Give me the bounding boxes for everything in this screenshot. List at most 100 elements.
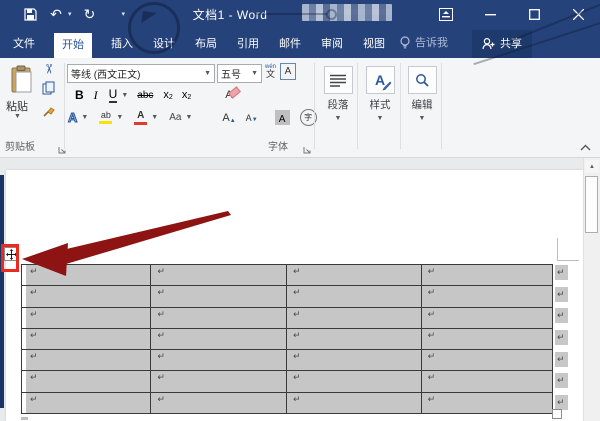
vertical-scrollbar[interactable]: ▲ — [583, 158, 600, 421]
end-of-row-marker: ↵ — [555, 373, 568, 389]
underline-button[interactable]: U — [108, 87, 118, 103]
cut-icon[interactable]: ✂ — [42, 64, 57, 78]
minimize-button[interactable] — [468, 0, 512, 28]
change-case-dropdown-icon[interactable]: ▼ — [185, 114, 192, 121]
table-cell[interactable]: ↵ — [421, 265, 552, 286]
table-cell[interactable]: ↵ — [421, 328, 552, 350]
tab-1-active[interactable]: 开始 — [54, 33, 92, 58]
paste-dropdown-icon[interactable]: ▼ — [14, 113, 21, 120]
table-cell[interactable]: ↵ — [421, 392, 552, 414]
text-effects-dropdown-icon[interactable]: ▼ — [81, 114, 88, 121]
table-cell[interactable]: ↵ — [286, 286, 422, 307]
table-cell[interactable]: ↵ — [151, 328, 287, 350]
scroll-up-icon[interactable]: ▲ — [585, 160, 599, 173]
superscript-button[interactable]: x2 — [182, 89, 191, 101]
strikethrough-button[interactable]: abc — [137, 90, 153, 101]
tab-2[interactable]: 插入 — [110, 31, 134, 58]
table-cell[interactable]: ↵ — [286, 392, 422, 414]
save-icon[interactable] — [22, 6, 38, 22]
tab-6[interactable]: 邮件 — [278, 31, 302, 58]
font-color-button[interactable]: A — [134, 110, 148, 125]
text-highlight-button[interactable]: ab — [99, 111, 113, 124]
copy-icon[interactable] — [42, 81, 56, 100]
change-case-button[interactable]: Aa — [169, 112, 181, 123]
clear-formatting-icon[interactable]: A — [225, 86, 241, 101]
table-cell[interactable]: ↵ — [286, 328, 422, 350]
table-cell[interactable]: ↵ — [286, 371, 422, 392]
grow-font-button[interactable]: A ▲ — [222, 112, 235, 124]
font-size-combobox[interactable]: 五号 ▼ — [217, 64, 262, 83]
table-cell[interactable]: ↵ — [22, 265, 152, 286]
paste-icon[interactable] — [10, 65, 34, 94]
italic-button[interactable]: I — [94, 88, 98, 103]
font-color-dropdown-icon[interactable]: ▼ — [151, 114, 158, 121]
undo-dropdown-icon[interactable]: ▾ — [68, 10, 72, 18]
styles-group-button[interactable]: A 样式 ▼ — [360, 66, 400, 122]
text-effects-button[interactable]: A — [67, 110, 77, 126]
table-cell[interactable]: ↵ — [421, 350, 552, 371]
font-size-dropdown-icon[interactable]: ▼ — [251, 70, 258, 77]
table-row[interactable]: ↵ ↵ ↵ ↵ — [22, 328, 552, 351]
tab-5[interactable]: 引用 — [236, 31, 260, 58]
tab-8[interactable]: 视图 — [362, 31, 386, 58]
table-row[interactable]: ↵ ↵ ↵ ↵ — [22, 265, 552, 287]
close-button[interactable] — [556, 0, 600, 28]
table-row[interactable]: ↵ ↵ ↵ ↵ — [22, 371, 552, 393]
table-cell[interactable]: ↵ — [22, 286, 152, 307]
font-name-combobox[interactable]: 等线 (西文正文) ▼ — [67, 64, 215, 83]
font-dialog-launcher[interactable] — [303, 142, 313, 154]
paste-button[interactable]: 粘贴 — [6, 98, 28, 114]
scrollbar-thumb[interactable] — [585, 176, 598, 233]
customize-qat-icon[interactable]: ▾ — [122, 10, 126, 18]
table-cell[interactable]: ↵ — [22, 371, 152, 392]
table-cell[interactable]: ↵ — [151, 350, 287, 371]
character-shading-button[interactable]: A — [274, 110, 290, 125]
table-cell[interactable]: ↵ — [421, 371, 552, 392]
paragraph-group-button[interactable]: 段落 ▼ — [318, 66, 358, 122]
end-of-row-marker: ↵ — [555, 308, 568, 324]
tell-me-button[interactable]: 告诉我 — [400, 36, 448, 58]
table-row[interactable]: ↵ ↵ ↵ ↵ — [22, 350, 552, 372]
table-cell[interactable]: ↵ — [286, 307, 422, 328]
redo-icon[interactable]: ↻ — [82, 6, 98, 22]
table-cell[interactable]: ↵ — [22, 328, 152, 350]
table-cell[interactable]: ↵ — [151, 392, 287, 414]
table-cell[interactable]: ↵ — [151, 286, 287, 307]
table-cell[interactable]: ↵ — [151, 307, 287, 328]
font-name-dropdown-icon[interactable]: ▼ — [204, 70, 211, 77]
subscript-button[interactable]: x2 — [163, 89, 172, 101]
word-table[interactable]: ↵ ↵ ↵ ↵ ↵ ↵ ↵ ↵ ↵ ↵ ↵ ↵ ↵ ↵ ↵ ↵ ↵ ↵ ↵ ↵ ↵ ↵ ↵ ↵ ↵ ↵ ↵ ↵ — [21, 264, 553, 415]
table-cell[interactable]: ↵ — [151, 265, 287, 286]
tab-7[interactable]: 审阅 — [320, 31, 344, 58]
ribbon-display-options-icon[interactable] — [424, 0, 468, 28]
clipboard-dialog-launcher[interactable] — [58, 142, 68, 154]
table-cell[interactable]: ↵ — [286, 350, 422, 371]
table-cell[interactable]: ↵ — [22, 307, 152, 328]
table-row[interactable]: ↵ ↵ ↵ ↵ — [22, 392, 552, 414]
tab-3[interactable]: 设计 — [152, 31, 176, 58]
character-border-icon[interactable]: A — [280, 63, 297, 80]
highlight-dropdown-icon[interactable]: ▼ — [116, 114, 123, 121]
phonetic-guide-icon[interactable]: wén 文 — [265, 64, 276, 79]
share-button[interactable]: 共享 — [472, 30, 532, 58]
undo-icon[interactable]: ↶ — [48, 6, 64, 22]
table-resize-handle[interactable] — [552, 409, 562, 419]
underline-dropdown-icon[interactable]: ▼ — [121, 92, 128, 99]
table-row[interactable]: ↵ ↵ ↵ ↵ — [22, 307, 552, 329]
tab-0[interactable]: 文件 — [12, 31, 36, 58]
bold-button[interactable]: B — [75, 88, 84, 102]
table-row[interactable]: ↵ ↵ ↵ ↵ — [22, 286, 552, 308]
editing-group-button[interactable]: 编辑 ▼ — [402, 66, 442, 122]
shrink-font-button[interactable]: A ▼ — [246, 113, 258, 123]
format-painter-icon[interactable] — [42, 104, 56, 123]
maximize-button[interactable] — [512, 0, 556, 28]
table-cell[interactable]: ↵ — [421, 286, 552, 307]
tab-4[interactable]: 布局 — [194, 31, 218, 58]
table-cell[interactable]: ↵ — [22, 392, 152, 414]
paragraph-mark: ↵ — [427, 287, 436, 298]
table-cell[interactable]: ↵ — [151, 371, 287, 392]
table-cell[interactable]: ↵ — [286, 265, 422, 286]
table-cell[interactable]: ↵ — [421, 307, 552, 328]
collapse-ribbon-icon[interactable] — [578, 141, 592, 153]
table-cell[interactable]: ↵ — [22, 350, 152, 371]
